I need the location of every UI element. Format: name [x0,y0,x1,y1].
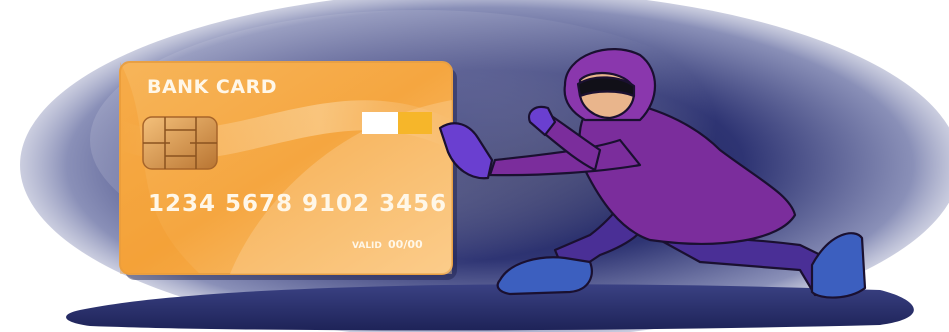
card-title: BANK CARD [147,76,277,98]
stripe-icon [362,112,432,134]
card-number: 1234 5678 9102 3456 [148,191,448,217]
card-valid: VALID 00/00 [352,238,423,251]
chip-icon [142,116,218,170]
valid-date: 00/00 [388,238,423,251]
valid-label: VALID [352,241,382,251]
illustration [20,0,949,332]
